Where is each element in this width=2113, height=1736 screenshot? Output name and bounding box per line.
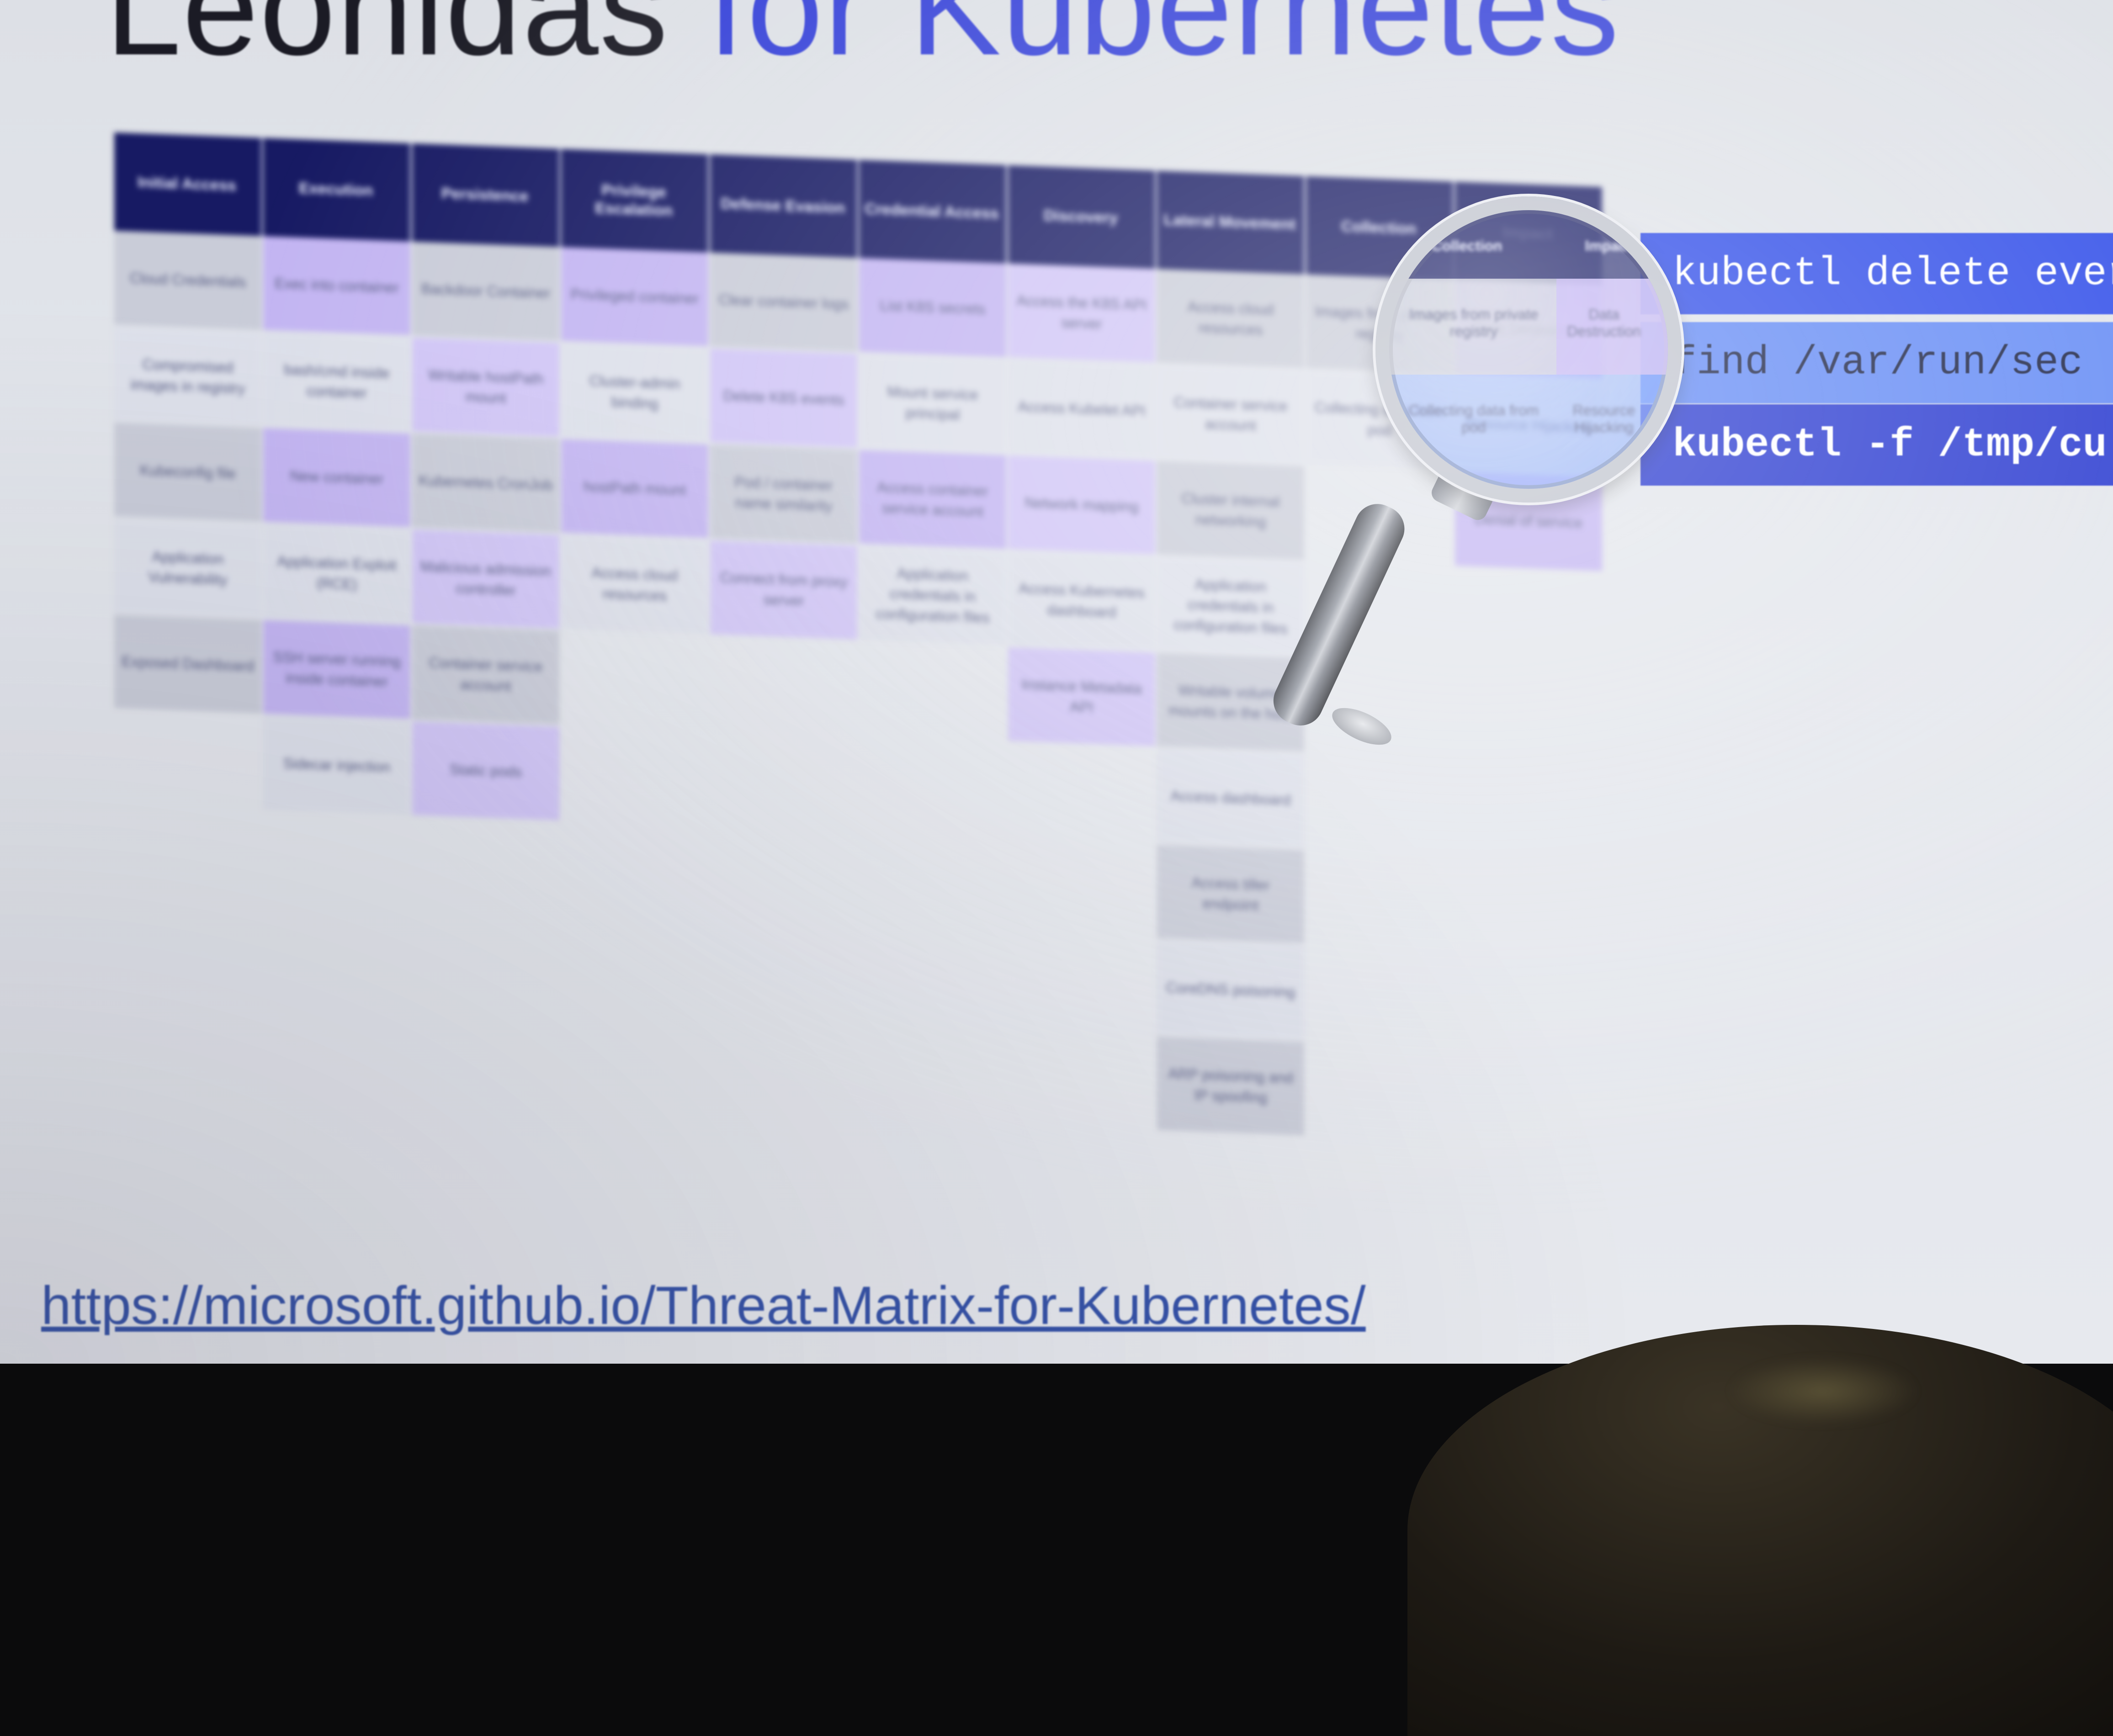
matrix-cell: Exposed Dashboard xyxy=(114,614,261,714)
matrix-cell: hostPath mount xyxy=(561,439,708,538)
matrix-cell: Access dashboard xyxy=(1157,748,1304,848)
command-bar-3: kubectl -f /tmp/cu xyxy=(1640,404,2113,486)
matrix-cell: Exec into container xyxy=(263,236,410,335)
matrix-cell: Access cloud resources xyxy=(561,535,708,634)
title-leonidas: Leonidas xyxy=(105,0,669,84)
title-for-kubernetes: for Kubernetes xyxy=(708,0,1620,84)
matrix-cell: bash/cmd inside container xyxy=(263,332,410,431)
matrix-header-7: Lateral Movement xyxy=(1157,170,1304,275)
matrix-cell: Backdoor Container xyxy=(412,241,559,341)
glass-cell-collecting-data: Collecting data from pod xyxy=(1408,402,1539,435)
presentation-slide: Leonidas for Kubernetes Initial Access Cl… xyxy=(0,0,2113,1364)
matrix-cell: Clear container logs xyxy=(710,252,857,352)
glass-cell-resource-hijacking: Resource Hijacking xyxy=(1572,402,1635,435)
matrix-cell: Sidecar injection xyxy=(263,715,410,815)
matrix-cell: Access cloud resources xyxy=(1157,269,1304,368)
matrix-cell: Cloud Credentials xyxy=(114,231,261,330)
matrix-cell: List K8S secrets xyxy=(859,258,1006,357)
matrix-cell: Access Kubernetes dashboard xyxy=(1008,551,1155,651)
matrix-cell: Application Vulnerability xyxy=(114,519,261,618)
command-bar-2: find /var/run/sec xyxy=(1640,322,2113,403)
matrix-header-0: Initial Access xyxy=(114,132,261,236)
matrix-header-5: Credential Access xyxy=(859,159,1006,264)
matrix-cell: ARP poisoning and IP spoofing xyxy=(1157,1036,1304,1136)
matrix-cell: Application credentials in configuration… xyxy=(1157,556,1304,656)
matrix-cell: Instance Metadata API xyxy=(1008,647,1155,746)
matrix-cell: Container service account xyxy=(1157,365,1304,464)
matrix-cell: Pod / container name similarity xyxy=(710,444,857,544)
glass-header-impact: Impact xyxy=(1585,238,1632,254)
matrix-cell: Static pods xyxy=(412,721,559,820)
matrix-header-2: Persistence xyxy=(412,143,559,247)
matrix-cell: Writable hostPath mount xyxy=(412,337,559,437)
matrix-cell: Compromised images in registry xyxy=(114,327,261,426)
matrix-cell: Container service account xyxy=(412,625,559,725)
matrix-cell: Kubeconfig file xyxy=(114,423,261,522)
matrix-header-3: Privilege Escalation xyxy=(561,148,708,253)
matrix-cell: Privileged container xyxy=(561,247,708,346)
audience-head-silhouette xyxy=(1407,1325,2113,1736)
magnifier-handle-end xyxy=(1327,700,1397,752)
glass-cell-data-destruction: Data Destruction xyxy=(1567,306,1641,339)
matrix-cell: Access container service account xyxy=(859,450,1006,549)
magnifying-glass-icon: Collection Impact Images from private re… xyxy=(1375,196,1682,503)
matrix-cell: Cluster internal networking xyxy=(1157,460,1304,560)
matrix-cell: New container xyxy=(263,428,410,527)
matrix-cell: Cluster-admin binding xyxy=(561,343,708,442)
glass-cell-images: Images from private registry xyxy=(1409,306,1539,339)
matrix-cell: Malicious admission controller xyxy=(412,529,559,629)
matrix-cell: Application Exploit (RCE) xyxy=(263,524,410,623)
matrix-cell: Access Kubelet API xyxy=(1008,359,1155,459)
matrix-cell: Mount service principal xyxy=(859,354,1006,453)
matrix-cell: Access tiller endpoint xyxy=(1157,844,1304,944)
matrix-cell: CoreDNS poisoning xyxy=(1157,940,1304,1040)
matrix-cell: Application credentials in configuration… xyxy=(859,545,1006,645)
matrix-cell: Connect from proxy server xyxy=(710,540,857,640)
matrix-cell: Kubernetes CronJob xyxy=(412,433,559,533)
matrix-cell: Access the K8S API server xyxy=(1008,263,1155,363)
slide-title: Leonidas for Kubernetes xyxy=(105,0,1620,75)
matrix-header-4: Defense Evasion xyxy=(710,154,857,258)
matrix-cell: SSH server running inside container xyxy=(263,619,410,719)
matrix-cell: Delete K8S events xyxy=(710,348,857,448)
command-bar-1: kubectl delete ever xyxy=(1640,233,2113,314)
matrix-url-link[interactable]: https://microsoft.github.io/Threat-Matri… xyxy=(41,1275,1366,1337)
glass-header-collection: Collection xyxy=(1431,238,1502,254)
matrix-header-6: Discovery xyxy=(1008,165,1155,269)
matrix-header-1: Execution xyxy=(263,138,410,242)
matrix-cell: Network mapping xyxy=(1008,455,1155,555)
